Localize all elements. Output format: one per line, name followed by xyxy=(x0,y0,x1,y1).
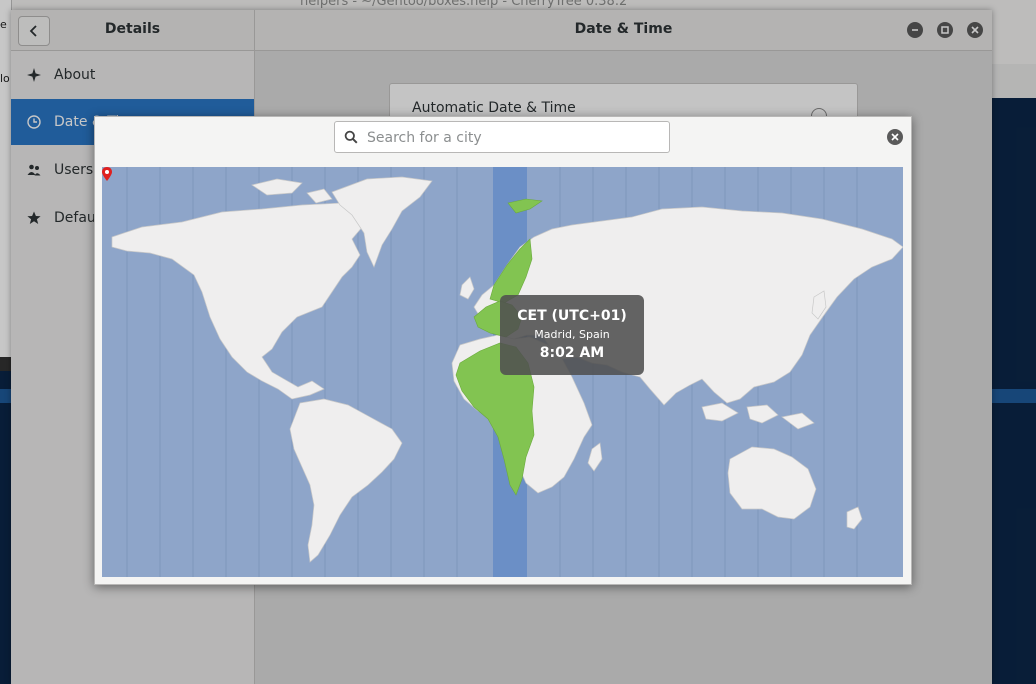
timezone-dialog: CET (UTC+01) Madrid, Spain 8:02 AM xyxy=(94,116,912,585)
timezone-tooltip: CET (UTC+01) Madrid, Spain 8:02 AM xyxy=(500,295,644,375)
timezone-city: Madrid, Spain xyxy=(534,328,610,341)
close-icon xyxy=(891,133,899,141)
search-icon xyxy=(344,130,358,144)
city-search-field[interactable] xyxy=(334,121,670,153)
location-pin-icon xyxy=(102,167,112,181)
search-input[interactable] xyxy=(365,126,659,150)
timezone-map[interactable]: CET (UTC+01) Madrid, Spain 8:02 AM xyxy=(102,167,903,577)
timezone-time: 8:02 AM xyxy=(539,345,605,361)
dialog-close-button[interactable] xyxy=(887,129,903,145)
timezone-name: CET (UTC+01) xyxy=(517,308,627,324)
